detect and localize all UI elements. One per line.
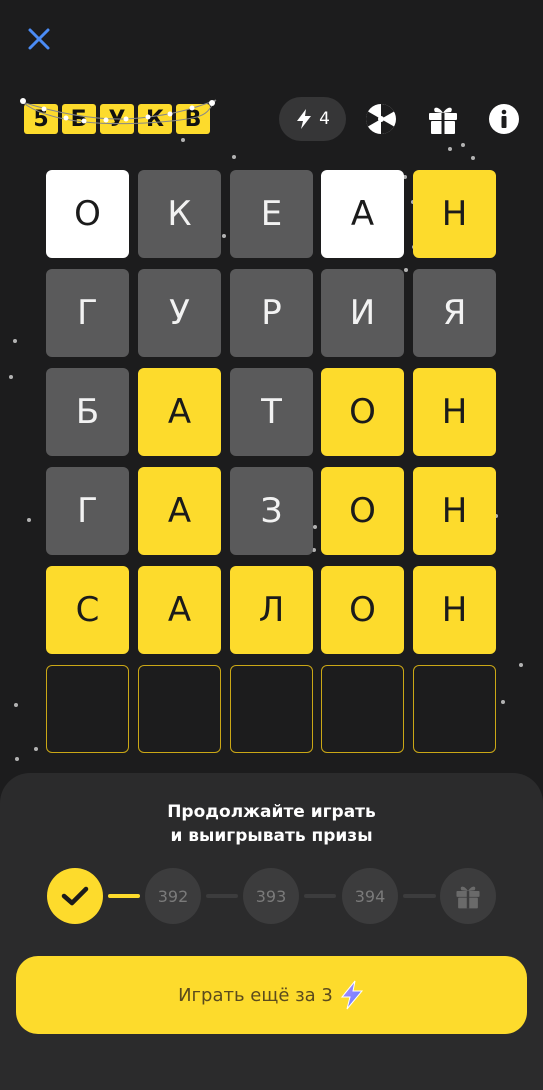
- letter-cell: З: [230, 467, 313, 555]
- sheet-title-line: и выигрывать призы: [170, 826, 373, 846]
- letter-cell: Е: [230, 170, 313, 258]
- letter-cell: О: [321, 368, 404, 456]
- empty-letter-cell: [230, 665, 313, 753]
- progress-step: 394: [342, 868, 398, 924]
- letter-cell: У: [138, 269, 221, 357]
- play-again-button[interactable]: Играть ещё за 3: [16, 956, 527, 1034]
- snow-particle: [404, 268, 408, 272]
- letter-cell: Л: [230, 566, 313, 654]
- close-icon: [28, 28, 50, 50]
- empty-letter-cell: [46, 665, 129, 753]
- progress-connector: [108, 894, 140, 898]
- letter-cell: О: [46, 170, 129, 258]
- snow-particle: [34, 747, 38, 751]
- gift-icon: [429, 107, 457, 134]
- snow-particle: [15, 757, 19, 761]
- energy-count: 4: [319, 109, 330, 129]
- snow-particle: [461, 143, 465, 147]
- gift-icon: [456, 886, 480, 909]
- sheet-title-line: Продолжайте играть: [167, 802, 376, 822]
- letter-cell: И: [321, 269, 404, 357]
- letter-cell: Н: [413, 368, 496, 456]
- energy-counter[interactable]: 4: [279, 97, 346, 141]
- letter-cell: Н: [413, 467, 496, 555]
- lightning-icon: [297, 109, 312, 129]
- snow-particle: [471, 156, 475, 160]
- letter-cell: Т: [230, 368, 313, 456]
- snow-particle: [9, 375, 13, 379]
- snow-particle: [519, 663, 523, 667]
- snow-particle: [14, 703, 18, 707]
- snow-particle: [232, 155, 236, 159]
- garland-lights: [20, 98, 217, 125]
- info-button[interactable]: [487, 102, 521, 136]
- progress-connector: [206, 894, 238, 898]
- letter-cell: А: [138, 566, 221, 654]
- gift-button[interactable]: [426, 102, 460, 136]
- letter-cell: Я: [413, 269, 496, 357]
- snow-particle: [448, 147, 452, 151]
- fortune-wheel-button[interactable]: [364, 102, 398, 136]
- empty-letter-cell: [321, 665, 404, 753]
- letter-cell: С: [46, 566, 129, 654]
- snow-particle: [13, 339, 17, 343]
- letter-cell: Н: [413, 566, 496, 654]
- progress-connector: [403, 894, 436, 898]
- letter-cell: А: [321, 170, 404, 258]
- letter-cell: Н: [413, 170, 496, 258]
- snow-particle: [27, 518, 31, 522]
- empty-letter-cell: [413, 665, 496, 753]
- letter-cell: О: [321, 467, 404, 555]
- letter-cell: А: [138, 467, 221, 555]
- snow-particle: [501, 700, 505, 704]
- sheet-title: Продолжайте играть и выигрывать призы: [0, 800, 543, 848]
- check-icon: [61, 886, 89, 906]
- logo: 5 Б У К В: [20, 96, 220, 138]
- letter-cell: Г: [46, 269, 129, 357]
- snow-particle: [222, 234, 226, 238]
- progress-connector: [304, 894, 336, 898]
- info-icon: [489, 104, 519, 134]
- lightning-icon: [340, 980, 363, 1010]
- close-button[interactable]: [24, 24, 54, 54]
- empty-letter-cell: [138, 665, 221, 753]
- progress-step-prize: [440, 868, 496, 924]
- play-again-label: Играть ещё за 3: [178, 984, 333, 1006]
- letter-cell: Г: [46, 467, 129, 555]
- wheel-icon: [365, 104, 396, 134]
- progress-step-done: [47, 868, 103, 924]
- snow-particle: [181, 138, 185, 142]
- letter-cell: О: [321, 566, 404, 654]
- letter-cell: Р: [230, 269, 313, 357]
- letter-cell: А: [138, 368, 221, 456]
- letter-cell: К: [138, 170, 221, 258]
- progress-step: 392: [145, 868, 201, 924]
- snow-particle: [313, 525, 317, 529]
- letter-cell: Б: [46, 368, 129, 456]
- progress-step: 393: [243, 868, 299, 924]
